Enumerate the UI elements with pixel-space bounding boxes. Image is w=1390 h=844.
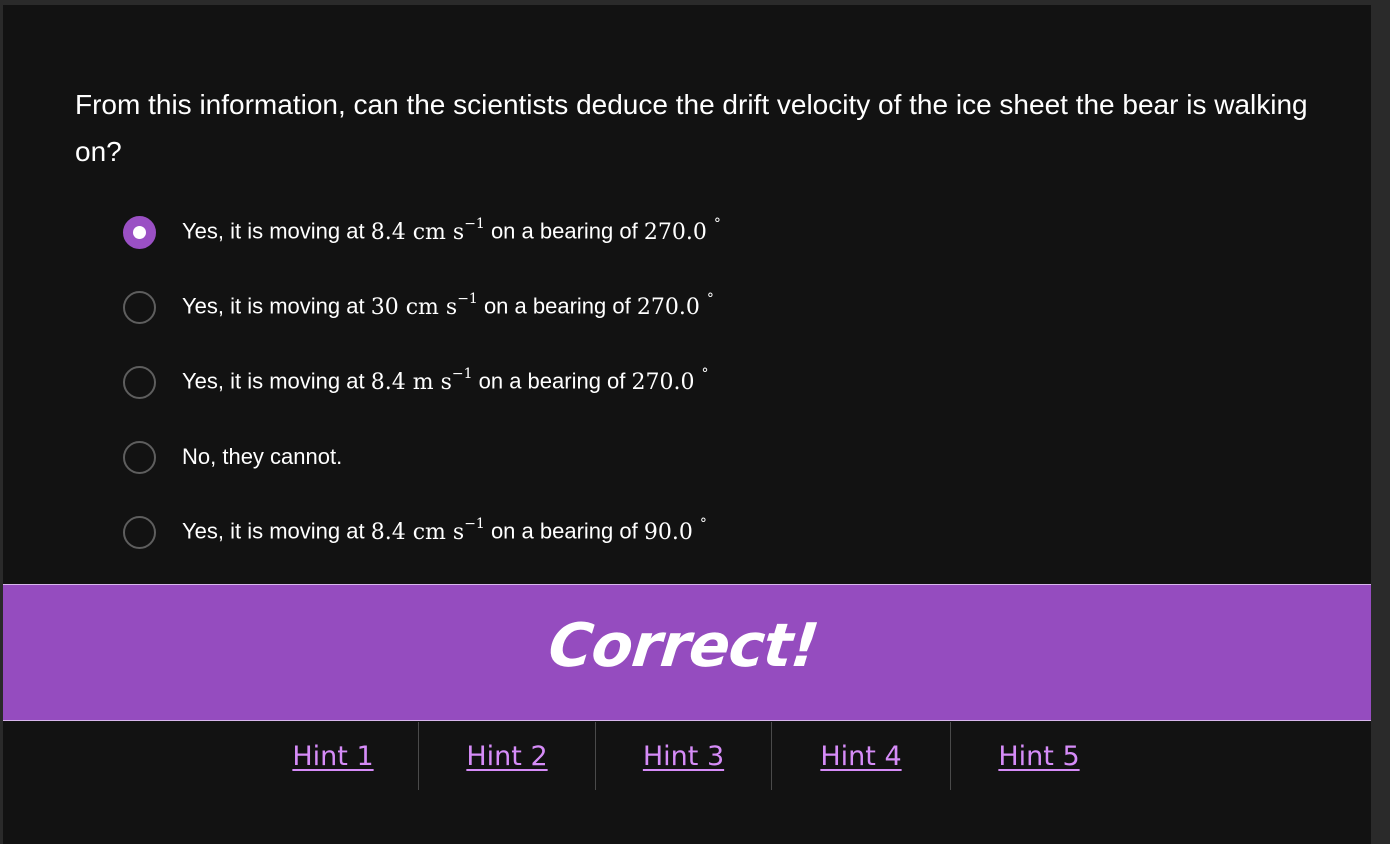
hint-cell-5: Hint 5 bbox=[951, 722, 1127, 790]
feedback-text: Correct! bbox=[544, 610, 822, 681]
radio-button-selected[interactable] bbox=[123, 216, 156, 249]
hint-bar: Hint 1 Hint 2 Hint 3 Hint 4 Hint 5 bbox=[3, 722, 1371, 790]
answer-option-3[interactable]: Yes, it is moving at 8.4 m s−1 on a bear… bbox=[123, 345, 721, 420]
hint-link-2[interactable]: Hint 2 bbox=[466, 741, 547, 772]
question-panel: From this information, can the scientist… bbox=[3, 5, 1371, 844]
hint-cell-3: Hint 3 bbox=[596, 722, 771, 790]
answer-option-5[interactable]: Yes, it is moving at 8.4 cm s−1 on a bea… bbox=[123, 495, 721, 570]
hint-link-4[interactable]: Hint 4 bbox=[820, 741, 901, 772]
radio-button[interactable] bbox=[123, 516, 156, 549]
option-label: No, they cannot. bbox=[182, 443, 343, 469]
radio-button[interactable] bbox=[123, 441, 156, 474]
option-label: Yes, it is moving at 8.4 cm s−1 on a bea… bbox=[182, 516, 707, 545]
radio-dot bbox=[133, 226, 146, 239]
hint-link-5[interactable]: Hint 5 bbox=[998, 741, 1079, 772]
answer-option-2[interactable]: Yes, it is moving at 30 cm s−1 on a bear… bbox=[123, 270, 721, 345]
question-text: From this information, can the scientist… bbox=[75, 89, 1308, 167]
hint-link-3[interactable]: Hint 3 bbox=[643, 741, 724, 772]
feedback-banner: Correct! bbox=[3, 584, 1371, 721]
hint-cell-4: Hint 4 bbox=[772, 722, 950, 790]
hint-cell-2: Hint 2 bbox=[419, 722, 595, 790]
answer-options: Yes, it is moving at 8.4 cm s−1 on a bea… bbox=[123, 195, 721, 570]
radio-button[interactable] bbox=[123, 366, 156, 399]
answer-option-1[interactable]: Yes, it is moving at 8.4 cm s−1 on a bea… bbox=[123, 195, 721, 270]
option-label: Yes, it is moving at 30 cm s−1 on a bear… bbox=[182, 291, 714, 320]
option-label: Yes, it is moving at 8.4 cm s−1 on a bea… bbox=[182, 216, 721, 245]
option-label: Yes, it is moving at 8.4 m s−1 on a bear… bbox=[182, 366, 709, 395]
radio-button[interactable] bbox=[123, 291, 156, 324]
hint-cell-1: Hint 1 bbox=[248, 722, 418, 790]
hint-link-1[interactable]: Hint 1 bbox=[292, 741, 373, 772]
answer-option-4[interactable]: No, they cannot. bbox=[123, 420, 721, 495]
